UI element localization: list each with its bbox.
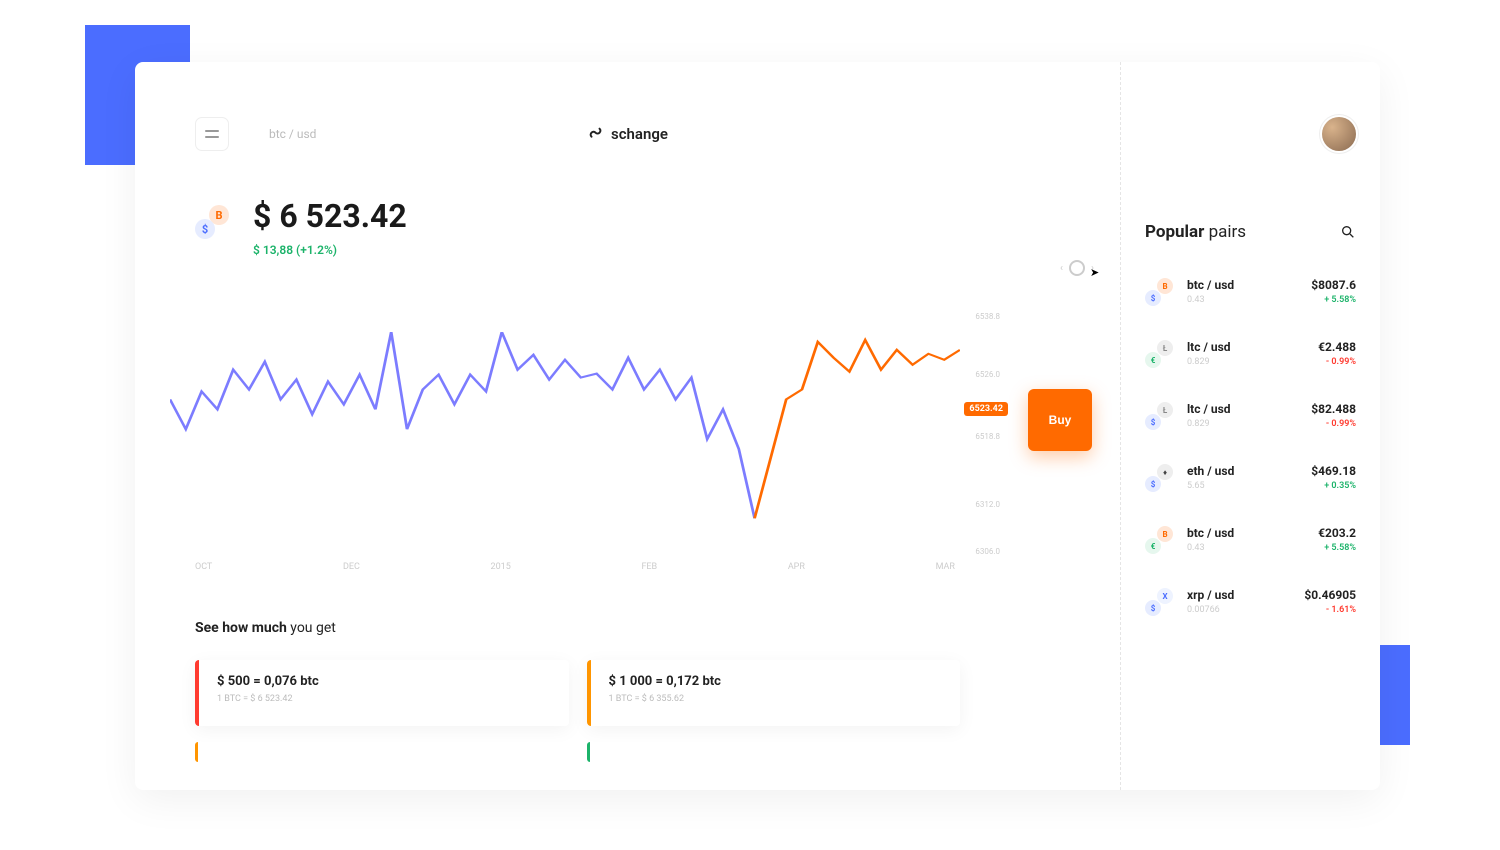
- buy-button[interactable]: Buy: [1028, 389, 1092, 451]
- conversion-rate: 1 BTC = $ 6 355.62: [609, 694, 721, 704]
- converter-card-collapsed[interactable]: [195, 742, 569, 762]
- usd-icon: $: [195, 219, 215, 239]
- pair-name: ltc / usd: [1187, 402, 1231, 416]
- pair-list: B$btc / usd0.43$8087.6+ 5.58%Ł€ltc / usd…: [1145, 278, 1356, 616]
- pair-icon-stack: Ł€: [1145, 340, 1173, 368]
- price-block: B $ $ 6 523.42 $ 13,88 (+1.2%): [195, 197, 407, 257]
- header: btc / usd schange: [195, 117, 1060, 151]
- coin-icon: B: [1157, 278, 1173, 294]
- pair-delta: - 1.61%: [1304, 605, 1356, 615]
- pair-name: xrp / usd: [1187, 588, 1234, 602]
- pair-sub: 0.829: [1187, 357, 1231, 367]
- converter-section: See how much you get $ 500 = 0,076 btc 1 …: [195, 620, 960, 762]
- converter-title: See how much you get: [195, 620, 960, 636]
- pair-sub: 5.65: [1187, 481, 1234, 491]
- pair-delta: + 5.58%: [1318, 543, 1356, 553]
- pair-delta: - 0.99%: [1318, 357, 1356, 367]
- converter-card[interactable]: $ 500 = 0,076 btc 1 BTC = $ 6 523.42: [195, 660, 569, 726]
- pair-name: btc / usd: [1187, 278, 1234, 292]
- menu-button[interactable]: [195, 117, 229, 151]
- coin-icon: Ł: [1157, 402, 1173, 418]
- conversion-equation: $ 500 = 0,076 btc: [217, 674, 319, 689]
- pair-name: btc / usd: [1187, 526, 1234, 540]
- pair-name: ltc / usd: [1187, 340, 1231, 354]
- pair-sub: 0.43: [1187, 543, 1234, 553]
- pair-sub: 0.829: [1187, 419, 1231, 429]
- pair-price: $8087.6: [1311, 278, 1356, 292]
- cursor-icon: ➤: [1090, 266, 1099, 279]
- breadcrumb: btc / usd: [269, 127, 316, 141]
- pair-item[interactable]: Ł€ ltc / usd 0.829 €2.488 - 0.99%: [1145, 340, 1356, 368]
- chart-x-axis: OCT DEC 2015 FEB APR MAR: [195, 562, 955, 572]
- accent-bar: [195, 742, 198, 762]
- pair-item[interactable]: X$ xrp / usd 0.00766 $0.46905 - 1.61%: [1145, 588, 1356, 616]
- pair-sub: 0.00766: [1187, 605, 1234, 615]
- coin-icon: $: [1145, 600, 1161, 616]
- pair-delta: + 5.58%: [1311, 295, 1356, 305]
- pair-item[interactable]: ♦$ eth / usd 5.65 $469.18 + 0.35%: [1145, 464, 1356, 492]
- pair-icon-stack: X$: [1145, 588, 1173, 616]
- coin-icon: €: [1145, 538, 1161, 554]
- conversion-rate: 1 BTC = $ 6 523.42: [217, 694, 319, 704]
- side-panel: Popular pairs B$btc / usd0.43$8087.6+ 5.…: [1120, 62, 1380, 790]
- coin-icon: Ł: [1157, 340, 1173, 356]
- side-header: Popular pairs: [1145, 222, 1356, 242]
- converter-card-collapsed[interactable]: [587, 742, 961, 762]
- main-panel: btc / usd schange B $ $ 6 523.42 $ 13,88…: [135, 62, 1120, 790]
- pair-delta: + 0.35%: [1311, 481, 1356, 491]
- pair-price: $0.46905: [1304, 588, 1356, 602]
- price-main: $ 6 523.42: [253, 197, 407, 235]
- pair-price: €203.2: [1318, 526, 1356, 540]
- chart-range-slider[interactable]: ‹ › ➤: [1060, 260, 1094, 276]
- chevron-left-icon[interactable]: ‹: [1060, 263, 1063, 274]
- accent-bar: [587, 742, 590, 762]
- price-delta: $ 13,88 (+1.2%): [253, 243, 407, 257]
- pair-icon-stack: B€: [1145, 526, 1173, 554]
- pair-item[interactable]: B€ btc / usd 0.43 €203.2 + 5.58%: [1145, 526, 1356, 554]
- coin-icon: ♦: [1157, 464, 1173, 480]
- pair-item[interactable]: Ł$ ltc / usd 0.829 $82.488 - 0.99%: [1145, 402, 1356, 430]
- pair-icon-stack: ♦$: [1145, 464, 1173, 492]
- pair-icon-stack: Ł$: [1145, 402, 1173, 430]
- pair-price: $469.18: [1311, 464, 1356, 478]
- converter-card[interactable]: $ 1 000 = 0,172 btc 1 BTC = $ 6 355.62: [587, 660, 961, 726]
- conversion-equation: $ 1 000 = 0,172 btc: [609, 674, 721, 689]
- pair-item[interactable]: B$ btc / usd 0.43 $8087.6 + 5.58%: [1145, 278, 1356, 306]
- slider-knob[interactable]: [1069, 260, 1085, 276]
- app-window: btc / usd schange B $ $ 6 523.42 $ 13,88…: [135, 62, 1380, 790]
- price-chart[interactable]: [170, 332, 960, 562]
- logo[interactable]: schange: [587, 125, 668, 143]
- chart-y-axis: 6538.8 6526.0 6518.8 6312.0 6306.0: [955, 312, 1000, 572]
- coin-icon: $: [1145, 476, 1161, 492]
- pair-sub: 0.43: [1187, 295, 1234, 305]
- coin-icon: X: [1157, 588, 1173, 604]
- coin-icon: B: [1157, 526, 1173, 542]
- pair-icon: B $: [195, 205, 229, 239]
- pair-price: €2.488: [1318, 340, 1356, 354]
- pair-icon-stack: B$: [1145, 278, 1173, 306]
- coin-icon: $: [1145, 414, 1161, 430]
- side-title: Popular pairs: [1145, 222, 1246, 242]
- coin-icon: €: [1145, 352, 1161, 368]
- pair-price: $82.488: [1311, 402, 1356, 416]
- logo-icon: [587, 126, 603, 142]
- search-icon[interactable]: [1340, 224, 1356, 240]
- pair-delta: - 0.99%: [1311, 419, 1356, 429]
- coin-icon: $: [1145, 290, 1161, 306]
- logo-text: schange: [611, 125, 668, 143]
- pair-name: eth / usd: [1187, 464, 1234, 478]
- avatar[interactable]: [1322, 117, 1356, 151]
